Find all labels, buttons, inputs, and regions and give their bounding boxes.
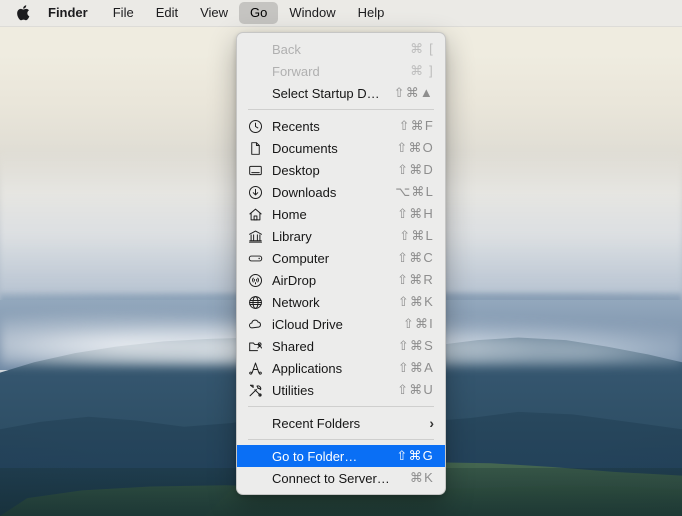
menu-item-desktop[interactable]: Desktop ⇧⌘D [237,159,445,181]
menu-item-home[interactable]: Home ⇧⌘H [237,203,445,225]
menu-item-recents[interactable]: Recents ⇧⌘F [237,115,445,137]
menu-item-label: iCloud Drive [272,316,343,332]
menu-item-label: Library [272,228,312,244]
menu-item-icon-slot [248,41,268,57]
menu-separator [248,439,434,440]
menu-item-shortcut: ⇧⌘U [397,382,434,397]
menu-item-icon-slot [248,448,268,464]
menu-item-shortcut: ⇧⌘▲ [393,85,434,100]
menu-item-icon-slot [248,63,268,79]
menu-item-shortcut: ⇧⌘D [397,162,434,177]
clock-icon [248,118,268,134]
library-icon [248,228,268,244]
menu-item-documents[interactable]: Documents ⇧⌘O [237,137,445,159]
menu-item-icon-slot [248,415,268,431]
menu-item-label: Connect to Server… [272,470,390,486]
desktop: Finder File Edit View Go Window Help Back ⌘ [ Fo… [0,0,682,516]
menu-item-shortcut: ⇧⌘R [397,272,434,287]
menu-item-label: Recents [272,118,320,134]
menubar-item-file[interactable]: File [102,2,145,24]
menu-item-go-to-folder[interactable]: Go to Folder… ⇧⌘G [237,445,445,467]
menu-item-utilities[interactable]: Utilities ⇧⌘U [237,379,445,401]
menu-item-label: Computer [272,250,330,266]
menu-item-shortcut: ⌘K [409,470,434,485]
menu-item-label: Home [272,206,307,222]
menu-item-shortcut: ⇧⌘K [397,294,434,309]
menu-separator [248,406,434,407]
shared-icon [248,338,268,354]
menu-item-downloads[interactable]: Downloads ⌥⌘L [237,181,445,203]
menu-item-airdrop[interactable]: AirDrop ⇧⌘R [237,269,445,291]
desktop-icon [248,162,268,178]
menu-item-shortcut: ⇧⌘H [397,206,434,221]
menu-item-label: Forward [272,63,320,79]
menu-item-shortcut: ⇧⌘L [399,228,434,243]
menubar-item-view[interactable]: View [189,2,239,24]
menubar-item-finder[interactable]: Finder [42,2,102,24]
menu-item-label: Recent Folders [272,415,361,431]
menu-item-shortcut: ⇧⌘I [402,316,434,331]
menu-separator [248,109,434,110]
menu-item-shortcut: ⇧⌘G [396,448,434,463]
menu-item-label: Desktop [272,162,320,178]
menubar-item-window[interactable]: Window [278,2,346,24]
menu-item-shortcut: ⌘ [ [410,41,434,56]
menu-item-shortcut: ⌥⌘L [395,184,434,199]
menu-item-label: Select Startup Disk [272,85,382,101]
menubar-item-edit[interactable]: Edit [145,2,189,24]
menu-item-shortcut: ⇧⌘S [397,338,434,353]
go-dropdown-menu[interactable]: Back ⌘ [ Forward ⌘ ] Select Startup Disk ⇧⌘▲ R… [236,32,446,495]
menu-item-shortcut: ⇧⌘F [398,118,434,133]
menu-item-icon-slot [248,85,268,101]
menu-item-label: Shared [272,338,314,354]
menu-item-shortcut: ⇧⌘A [397,360,434,375]
airdrop-icon [248,272,268,288]
download-icon [248,184,268,200]
applications-icon [248,360,268,376]
menu-item-icloud-drive[interactable]: iCloud Drive ⇧⌘I [237,313,445,335]
menu-item-label: Utilities [272,382,314,398]
menu-item-computer[interactable]: Computer ⇧⌘C [237,247,445,269]
menu-item-recent-folders[interactable]: Recent Folders › [237,412,445,434]
menu-bar: Finder File Edit View Go Window Help [0,0,682,27]
network-icon [248,294,268,310]
menu-item-network[interactable]: Network ⇧⌘K [237,291,445,313]
chevron-right-icon: › [429,415,434,431]
menubar-item-go[interactable]: Go [239,2,279,24]
menu-item-label: AirDrop [272,272,317,288]
apple-logo-icon[interactable] [12,5,42,21]
menu-item-label: Downloads [272,184,337,200]
menu-item-select-startup-disk[interactable]: Select Startup Disk ⇧⌘▲ [237,82,445,104]
menu-item-shortcut: ⇧⌘O [396,140,434,155]
home-icon [248,206,268,222]
menu-item-library[interactable]: Library ⇧⌘L [237,225,445,247]
menu-item-shortcut: ⇧⌘C [397,250,434,265]
cloud-icon [248,316,268,332]
menubar-item-help[interactable]: Help [347,2,396,24]
menu-item-back: Back ⌘ [ [237,38,445,60]
menu-item-label: Go to Folder… [272,448,358,464]
document-icon [248,140,268,156]
menu-item-label: Network [272,294,320,310]
menu-item-label: Applications [272,360,343,376]
menu-item-shared[interactable]: Shared ⇧⌘S [237,335,445,357]
utilities-icon [248,382,268,398]
menu-item-forward: Forward ⌘ ] [237,60,445,82]
menu-item-label: Back [272,41,301,57]
computer-icon [248,250,268,266]
menu-item-icon-slot [248,470,268,486]
menu-item-connect-to-server[interactable]: Connect to Server… ⌘K [237,467,445,489]
menu-item-shortcut: ⌘ ] [410,63,434,78]
menu-item-applications[interactable]: Applications ⇧⌘A [237,357,445,379]
menu-item-label: Documents [272,140,338,156]
